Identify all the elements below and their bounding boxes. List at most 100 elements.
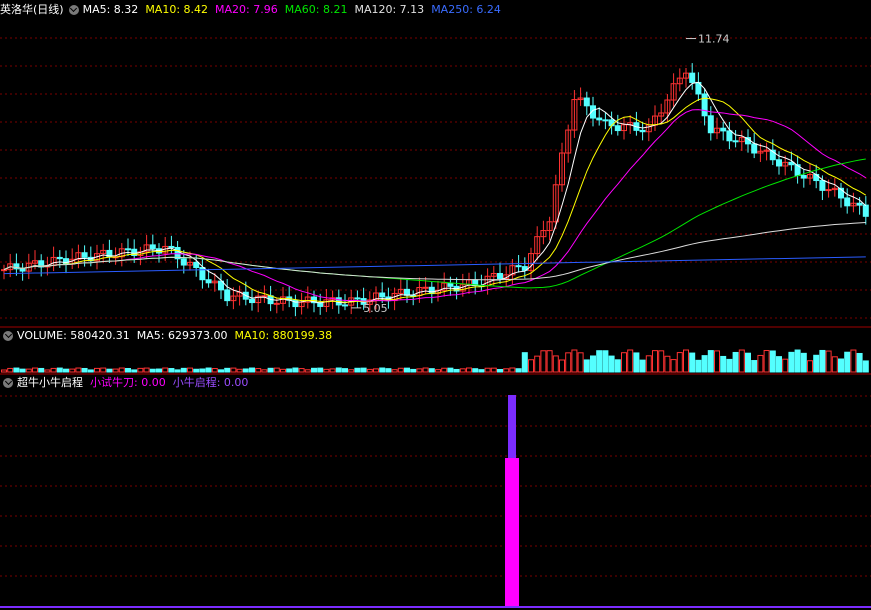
volume-bar (621, 352, 627, 373)
xiaoshi-niudao-bar (505, 458, 519, 606)
volume-bar (329, 368, 336, 373)
volume-bar (490, 367, 497, 373)
volume-bar (118, 367, 125, 373)
volume-bar (224, 367, 231, 373)
volume-bar (56, 367, 63, 373)
candle-body (19, 268, 26, 272)
volume-bar (726, 358, 733, 373)
volume-bar (819, 349, 826, 373)
volume-bar (298, 368, 305, 373)
chevron-down-icon[interactable] (3, 378, 13, 388)
volume-bar (25, 368, 32, 373)
low-label: 5.05 (363, 302, 388, 315)
volume-bar (342, 368, 348, 373)
volume-bar (44, 369, 51, 373)
volume-bar (1, 369, 7, 373)
volume-header: VOLUME: 580420.31 MA5: 629373.00 MA10: 8… (0, 328, 339, 344)
volume-bar (720, 355, 727, 373)
candle-body (56, 256, 63, 260)
volume-bar (236, 368, 243, 373)
candle-body (639, 129, 646, 133)
volume-bar (38, 367, 45, 373)
candle-body (515, 265, 522, 268)
volume-bar (478, 369, 485, 373)
volume-bar (689, 352, 696, 373)
volume-bar (831, 356, 838, 373)
volume-bar (416, 368, 423, 373)
ma20-line (3, 109, 867, 302)
volume-bar (125, 367, 131, 373)
candle-body (125, 248, 131, 251)
volume-bar (676, 352, 683, 373)
volume-bar (503, 368, 510, 373)
volume-bar (354, 367, 361, 373)
stock-chart[interactable]: 11.74 5.05 (0, 0, 871, 610)
volume-bar (714, 350, 720, 373)
candle-body (707, 115, 714, 134)
stock-title: 英洛华(日线) (0, 3, 64, 16)
candle-body (788, 161, 795, 166)
volume-bar (360, 367, 367, 373)
chevron-down-icon[interactable] (68, 5, 79, 15)
candle-body (261, 295, 268, 298)
volume-label: VOLUME: 580420.31 (17, 329, 130, 342)
volume-bar (137, 367, 144, 373)
volume-bar (75, 367, 82, 373)
volume-bar (807, 360, 813, 373)
volume-bar (94, 367, 100, 373)
indicator-name: 超牛小牛启程 (17, 376, 83, 389)
candle-body (819, 180, 826, 191)
volume-bar (856, 352, 863, 373)
volume-bar (552, 355, 559, 373)
volume-bar (862, 360, 869, 373)
volume-bar (323, 368, 330, 373)
volume-bar (100, 367, 107, 373)
volume-bar (763, 350, 770, 373)
volume-bar (292, 367, 299, 373)
volume-bar (466, 367, 472, 373)
volume-bar (81, 367, 88, 373)
volume-bar (769, 350, 776, 373)
candle-body (205, 279, 212, 284)
candle-body (751, 143, 758, 154)
candle-body (273, 302, 280, 305)
xiaoniu-qicheng-bar (508, 395, 516, 458)
candle-body (149, 244, 156, 250)
volume-bar (546, 350, 553, 373)
volume-bar (645, 355, 652, 373)
volume-bar (242, 368, 249, 373)
volume-bar (7, 367, 14, 373)
volume-bar (577, 352, 584, 373)
candle-body (404, 288, 410, 296)
volume-bar (267, 367, 274, 373)
candle-body (800, 174, 807, 179)
candle-body (193, 261, 200, 269)
volume-bar (317, 367, 324, 373)
chevron-down-icon[interactable] (3, 331, 13, 341)
volume-bar (825, 350, 832, 373)
volume-bar (441, 367, 448, 373)
volume-bar (757, 354, 764, 373)
volume-bar (794, 349, 801, 373)
volume-ma5-label: MA5: 629373.00 (136, 329, 228, 342)
volume-bar (187, 367, 193, 373)
volume-bar (509, 367, 516, 373)
ma20-label: MA20: 7.96 (215, 3, 278, 16)
volume-bar (63, 368, 69, 373)
candle-body (81, 252, 88, 258)
volume-bar (211, 368, 218, 373)
volume-bar (707, 350, 714, 373)
ma250-label: MA250: 6.24 (431, 3, 501, 16)
volume-bar (683, 349, 689, 373)
volume-bar (540, 350, 547, 373)
volume-bar (385, 368, 392, 373)
volume-bar (168, 368, 175, 373)
volume-bar (397, 367, 404, 373)
volume-bar (50, 367, 57, 373)
candle-body (428, 286, 435, 295)
ma60-label: MA60: 8.21 (284, 3, 348, 16)
volume-bar (218, 369, 224, 373)
candle-body (825, 189, 832, 192)
volume-bar (373, 368, 379, 373)
volume-bar (69, 368, 76, 373)
